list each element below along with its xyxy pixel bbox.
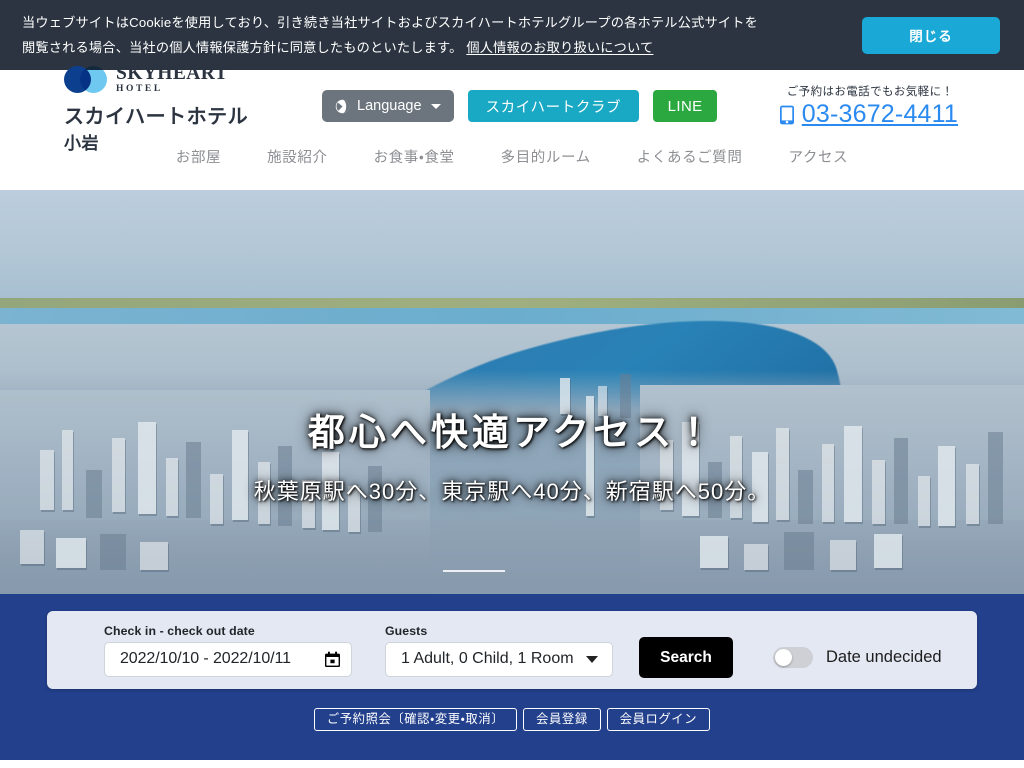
search-button[interactable]: Search <box>639 637 733 678</box>
carousel-progress-indicator[interactable] <box>443 570 505 572</box>
logo-brand-sub: HOTEL <box>116 84 163 94</box>
date-undecided-toggle-group: Date undecided <box>773 647 942 668</box>
phone-contact-block: ご予約はお電話でもお気軽に！ 03-3672-4411 <box>779 83 1002 129</box>
cookie-close-button[interactable]: 閉じる <box>862 16 1000 54</box>
nav-item-access[interactable]: アクセス <box>788 146 848 167</box>
line-button[interactable]: LINE <box>653 90 718 122</box>
phone-row[interactable]: 03-3672-4411 <box>779 100 958 129</box>
guests-label: Guests <box>385 623 428 638</box>
site-header: SKYHEART HOTEL スカイハートホテル小岩 Language スカイハ… <box>0 63 1024 190</box>
phone-number-link[interactable]: 03-3672-4411 <box>802 100 958 129</box>
logo-brand-jp-main: スカイハートホテル <box>64 105 249 128</box>
globe-icon <box>335 99 350 114</box>
nav-item-facilities[interactable]: 施設紹介 <box>267 146 327 167</box>
nav-item-faq[interactable]: よくあるご質問 <box>637 146 743 167</box>
calendar-icon <box>324 651 341 668</box>
logo-brand-jp: スカイハートホテル小岩 <box>64 100 264 155</box>
booking-search-panel: Check in - check out date 2022/10/10 - 2… <box>47 611 977 689</box>
guests-field: Guests 1 Adult, 0 Child, 1 Room <box>385 624 613 677</box>
phone-lead-text: ご予約はお電話でもお気軽に！ <box>786 86 954 98</box>
hero-carousel[interactable]: 都心へ快適アクセス！ 秋葉原駅へ30分、東京駅へ40分、新宿駅へ50分。 <box>0 190 1024 594</box>
member-login-button[interactable]: 会員ログイン <box>606 708 711 731</box>
logo-wordmark: SKYHEART HOTEL <box>116 62 228 95</box>
logo-row: SKYHEART HOTEL <box>64 62 264 95</box>
site-logo[interactable]: SKYHEART HOTEL スカイハートホテル小岩 <box>64 58 264 155</box>
member-action-row: ご予約照会〔確認・変更・取消〕 会員登録 会員ログイン <box>0 708 1024 731</box>
date-undecided-toggle[interactable] <box>773 647 813 668</box>
nav-item-dining[interactable]: お食事・食堂 <box>374 146 455 167</box>
cookie-text-line1: 当ウェブサイトはCookieを使用しており、引き続き当社サイトおよびスカイハート… <box>22 15 759 30</box>
date-range-value: 2022/10/10 - 2022/10/11 <box>120 650 291 667</box>
guests-select[interactable]: 1 Adult, 0 Child, 1 Room <box>385 641 613 677</box>
hero-image-overlay <box>0 190 1024 594</box>
nav-item-rooms[interactable]: お部屋 <box>176 146 221 167</box>
reservation-lookup-button[interactable]: ご予約照会〔確認・変更・取消〕 <box>313 708 518 731</box>
skyheart-club-button[interactable]: スカイハートクラブ <box>467 90 640 122</box>
toggle-knob <box>775 649 792 666</box>
privacy-policy-link[interactable]: 個人情報のお取り扱いについて <box>466 40 653 55</box>
language-dropdown-button[interactable]: Language <box>322 90 454 122</box>
header-action-buttons: Language スカイハートクラブ LINE <box>322 90 718 122</box>
nav-item-multipurpose-room[interactable]: 多目的ルーム <box>501 146 591 167</box>
checkin-checkout-field: Check in - check out date 2022/10/10 - 2… <box>104 624 352 677</box>
logo-brand-heart: HEART <box>157 62 228 84</box>
member-register-button[interactable]: 会員登録 <box>523 708 601 731</box>
date-undecided-label: Date undecided <box>826 648 942 666</box>
chevron-down-icon <box>586 655 598 663</box>
date-range-input[interactable]: 2022/10/10 - 2022/10/11 <box>104 641 352 677</box>
cookie-consent-text: 当ウェブサイトはCookieを使用しており、引き続き当社サイトおよびスカイハート… <box>22 10 846 60</box>
mobile-phone-icon <box>779 105 795 125</box>
booking-search-band: Check in - check out date 2022/10/10 - 2… <box>0 594 1024 760</box>
logo-brand-sky: SKY <box>116 62 158 84</box>
chevron-down-icon <box>430 103 441 109</box>
logo-brand-jp-branch: 小岩 <box>64 133 99 153</box>
language-button-label: Language <box>357 98 422 114</box>
header-top-row: SKYHEART HOTEL スカイハートホテル小岩 Language スカイハ… <box>0 63 1024 153</box>
skyheart-logo-icon <box>64 65 107 93</box>
guests-value: 1 Adult, 0 Child, 1 Room <box>401 650 574 667</box>
cookie-text-line2: 閲覧される場合、当社の個人情報保護方針に同意したものといたします。 <box>22 40 463 55</box>
checkin-checkout-label: Check in - check out date <box>104 623 255 638</box>
